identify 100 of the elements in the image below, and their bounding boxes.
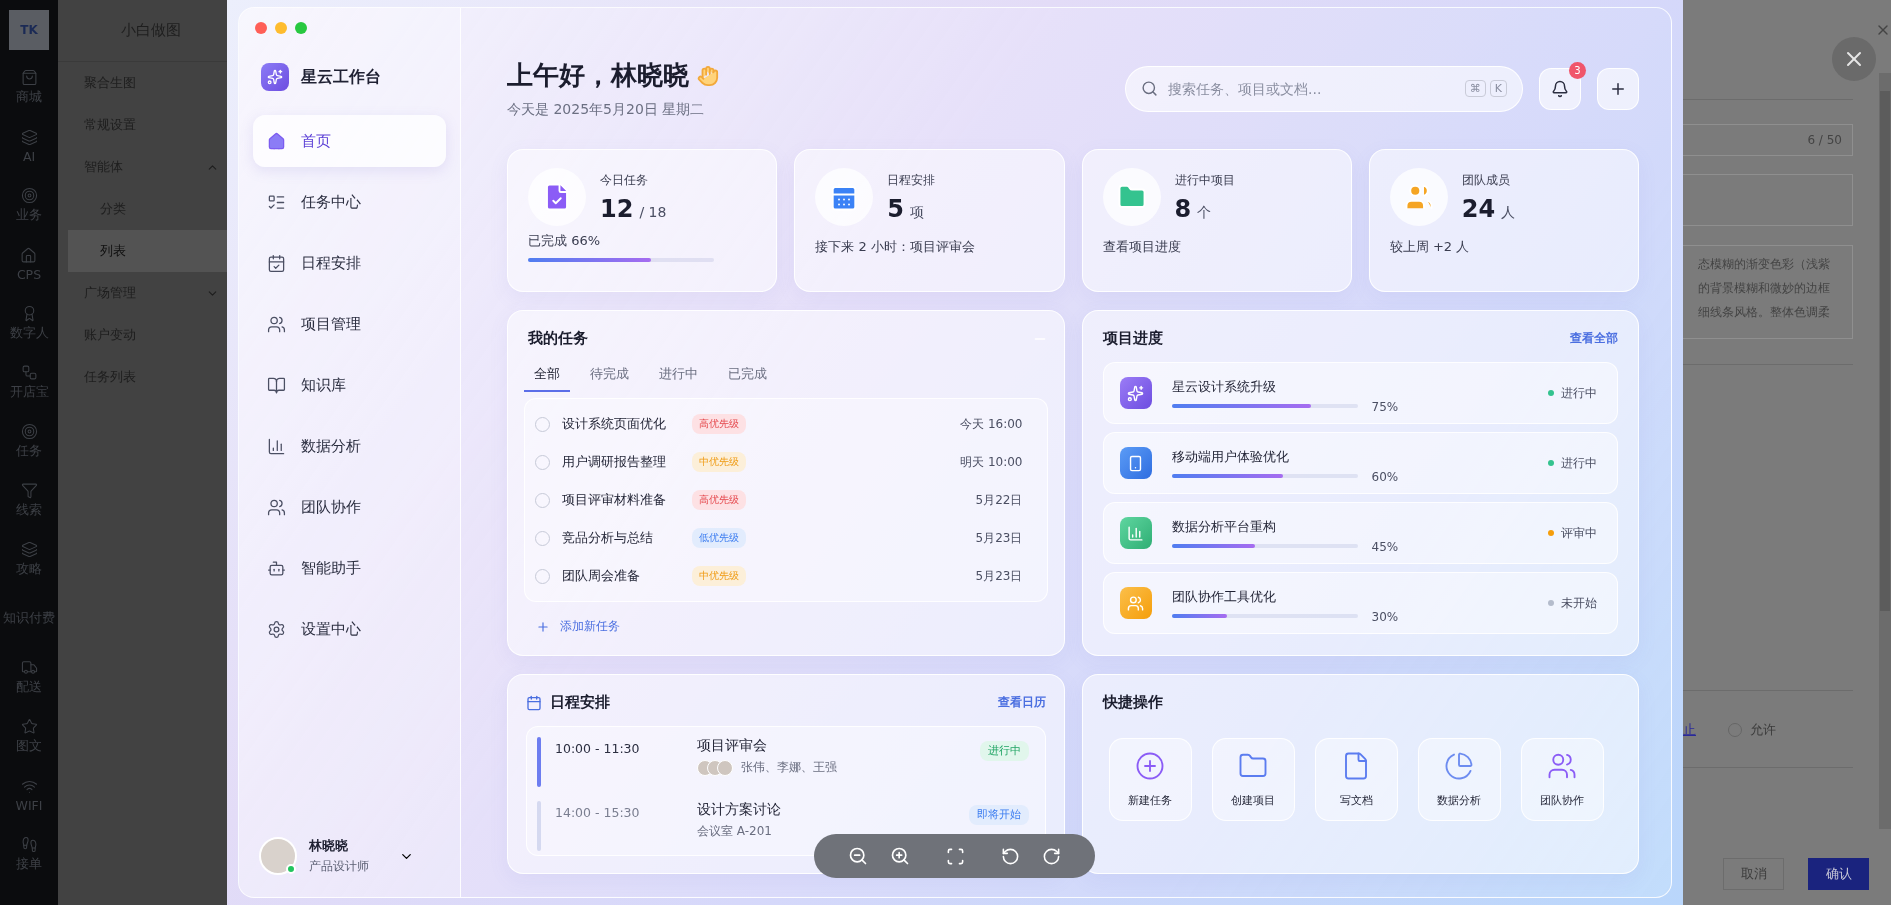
stat-label: 团队成员 <box>1461 171 1511 189</box>
stat-note: 较上周 +2 人 <box>1389 238 1471 256</box>
card-title: 项目进度 <box>1102 329 1163 348</box>
task-title: 项目评审材料准备 <box>562 491 667 509</box>
stat-label: 日程安排 <box>887 171 936 189</box>
quick-action-button[interactable]: 新建任务 <box>1108 738 1192 821</box>
event-status: 进行中 <box>979 741 1029 761</box>
priority-tag: 中优先级 <box>692 452 746 472</box>
project-icon <box>1119 377 1152 409</box>
status-text: 未开始 <box>1561 594 1597 612</box>
waving-hand-icon <box>697 64 719 87</box>
confirm-button[interactable]: 确认 <box>1808 858 1869 890</box>
card-title: 我的任务 <box>528 329 588 348</box>
quick-action-icon <box>1547 751 1577 781</box>
project-row[interactable]: 星云设计系统升级 75% 进行中 <box>1102 362 1618 424</box>
progress-percent: 30% <box>1371 609 1399 624</box>
priority-tag: 高优先级 <box>692 490 746 510</box>
progress-percent: 75% <box>1371 399 1399 414</box>
event-status: 即将开始 <box>968 805 1029 825</box>
stat-value: 8 <box>1174 194 1192 223</box>
event-detail: 会议室 A-201 <box>697 823 772 840</box>
project-icon <box>1119 517 1152 549</box>
date-text: 今天是 2025年5月20日 星期二 <box>507 101 706 119</box>
quick-action-icon <box>1444 751 1474 781</box>
project-name: 移动端用户体验优化 <box>1171 448 1290 466</box>
due-date: 今天 16:00 <box>960 415 1023 433</box>
shortcut-key: K <box>1489 80 1507 97</box>
menu-icon <box>267 131 286 151</box>
app-logo: TK <box>9 10 49 50</box>
rail-icon <box>20 423 38 440</box>
user-role: 产品设计师 <box>309 858 369 875</box>
greeting: 上午好，林晓晓 <box>507 59 689 92</box>
rail-icon <box>20 69 38 86</box>
event-title: 设计方案讨论 <box>697 801 781 819</box>
stat-unit: / 18 <box>639 203 667 220</box>
notification-button[interactable] <box>1539 68 1581 110</box>
stat-value: 12 <box>600 194 634 223</box>
sidebar-item[interactable]: 项目管理 <box>253 298 446 350</box>
project-row[interactable]: 移动端用户体验优化 60% 进行中 <box>1102 432 1618 494</box>
quick-action-button[interactable]: 数据分析 <box>1417 738 1501 821</box>
quick-action-button[interactable]: 写文档 <box>1314 738 1398 821</box>
tab[interactable]: 进行中 <box>649 366 708 392</box>
sidebar-item[interactable]: 任务中心 <box>253 176 446 228</box>
quick-action-icon <box>1135 751 1165 781</box>
task-title: 用户调研报告整理 <box>562 453 667 471</box>
view-all-link[interactable]: 查看全部 <box>1570 330 1618 347</box>
project-icon <box>1119 587 1152 619</box>
stat-note: 查看项目进度 <box>1102 238 1182 256</box>
sidebar-item[interactable]: 日程安排 <box>253 237 446 289</box>
radio-option[interactable]: 允许 <box>1728 721 1776 739</box>
menu-icon <box>267 497 286 517</box>
cancel-button[interactable]: 取消 <box>1723 858 1784 890</box>
status-text: 评审中 <box>1561 524 1597 542</box>
stat-label: 今日任务 <box>600 171 649 189</box>
sidebar-item[interactable]: 智能助手 <box>253 542 446 594</box>
sidebar-item[interactable]: 数据分析 <box>253 420 446 472</box>
rail-icon <box>20 659 38 676</box>
task-title: 设计系统页面优化 <box>562 415 667 433</box>
task-title: 竞品分析与总结 <box>562 529 654 547</box>
tab[interactable]: 已完成 <box>718 366 777 392</box>
project-row[interactable]: 团队协作工具优化 30% 未开始 <box>1102 572 1618 634</box>
rail-icon <box>20 718 38 735</box>
tab[interactable]: 全部 <box>524 366 570 392</box>
close-button[interactable] <box>1832 37 1876 81</box>
schedule-event[interactable]: 10:00 - 11:30 项目评审会 张伟、李娜、王强 进行中 <box>527 727 1045 791</box>
radio-option[interactable]: 止 <box>1683 721 1696 739</box>
sidebar-item[interactable]: 知识库 <box>253 359 446 411</box>
sidebar-item[interactable]: 首页 <box>253 115 446 167</box>
progress-percent: 60% <box>1371 469 1399 484</box>
stat-value: 24 <box>1461 194 1496 223</box>
project-icon <box>1119 447 1152 479</box>
card-title: 日程安排 <box>550 693 610 712</box>
event-time: 10:00 - 11:30 <box>555 741 641 756</box>
stat-note: 接下来 2 小时：项目评审会 <box>815 238 976 256</box>
add-task-link[interactable]: 添加新任务 <box>536 618 1048 635</box>
menu-icon <box>267 375 286 395</box>
maximize-dot <box>295 22 307 34</box>
sidebar-item[interactable]: 设置中心 <box>253 603 446 655</box>
menu-icon <box>267 253 286 273</box>
project-row[interactable]: 数据分析平台重构 45% 评审中 <box>1102 502 1618 564</box>
plus-icon <box>1609 80 1627 98</box>
sidebar-item[interactable]: 团队协作 <box>253 481 446 533</box>
bell-icon <box>1551 80 1569 98</box>
rail-icon <box>20 247 38 264</box>
rail-icon <box>20 482 38 499</box>
add-button[interactable] <box>1597 68 1639 110</box>
view-calendar-link[interactable]: 查看日历 <box>997 694 1046 711</box>
nav-subitem[interactable]: 列表 <box>68 230 227 272</box>
quick-action-button[interactable]: 团队协作 <box>1520 738 1604 821</box>
plus-icon <box>536 619 550 634</box>
due-date: 5月23日 <box>975 529 1023 547</box>
progress-percent: 45% <box>1371 539 1399 554</box>
rail-icon <box>20 129 38 146</box>
shortcut-key: ⌘ <box>1464 80 1486 97</box>
calendar-icon <box>526 694 542 711</box>
stat-label: 进行中项目 <box>1174 171 1235 189</box>
tab[interactable]: 待完成 <box>580 366 639 392</box>
quick-action-button[interactable]: 创建项目 <box>1211 738 1295 821</box>
stat-unit: 项 <box>909 203 924 222</box>
rail-icon <box>20 187 38 204</box>
